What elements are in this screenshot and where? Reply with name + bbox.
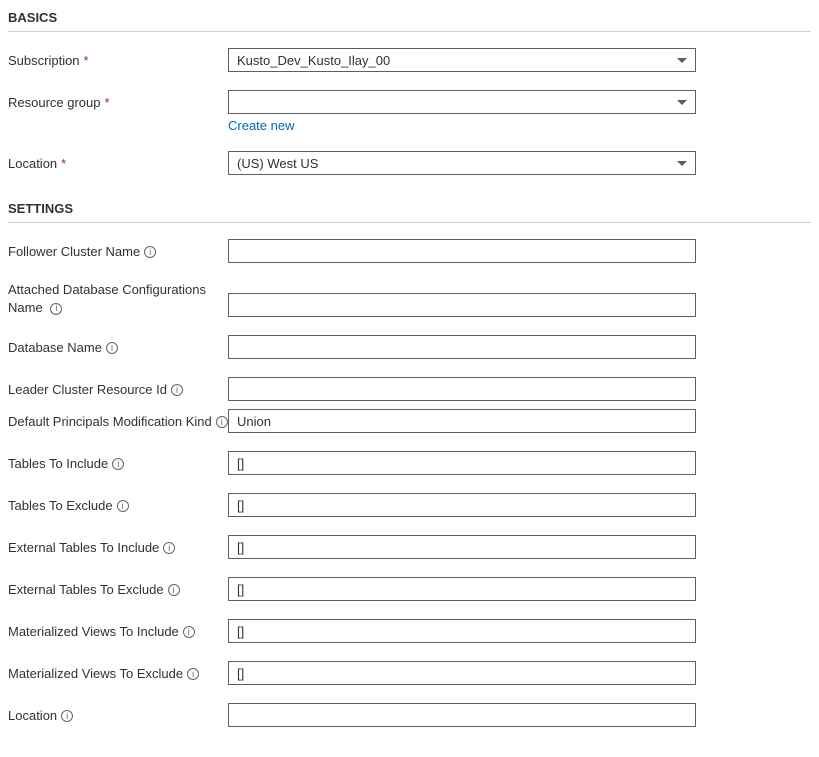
chevron-down-icon bbox=[677, 161, 687, 166]
info-icon[interactable]: i bbox=[187, 668, 199, 680]
settings-section: SETTINGS Follower Cluster Name i Attache… bbox=[8, 201, 811, 727]
location-dropdown[interactable]: (US) West US bbox=[228, 151, 696, 175]
attached-db-config-name-label: Attached Database Configurations Name i bbox=[8, 281, 228, 317]
tables-to-exclude-input[interactable] bbox=[228, 493, 696, 517]
required-asterisk: * bbox=[105, 94, 110, 112]
follower-cluster-name-label: Follower Cluster Name i bbox=[8, 239, 228, 261]
leader-cluster-resource-id-label-text: Leader Cluster Resource Id bbox=[8, 381, 167, 399]
leader-cluster-resource-id-input[interactable] bbox=[228, 377, 696, 401]
materialized-views-to-include-label: Materialized Views To Include i bbox=[8, 619, 228, 641]
tables-to-exclude-label: Tables To Exclude i bbox=[8, 493, 228, 515]
location-value: (US) West US bbox=[237, 156, 318, 171]
required-asterisk: * bbox=[61, 155, 66, 173]
database-name-input[interactable] bbox=[228, 335, 696, 359]
subscription-label: Subscription * bbox=[8, 48, 228, 70]
info-icon[interactable]: i bbox=[106, 342, 118, 354]
settings-location-label-text: Location bbox=[8, 707, 57, 725]
materialized-views-to-exclude-row: Materialized Views To Exclude i bbox=[8, 661, 811, 685]
materialized-views-to-exclude-input[interactable] bbox=[228, 661, 696, 685]
info-icon[interactable]: i bbox=[216, 416, 228, 428]
external-tables-to-exclude-row: External Tables To Exclude i bbox=[8, 577, 811, 601]
subscription-row: Subscription * Kusto_Dev_Kusto_Ilay_00 bbox=[8, 48, 811, 72]
settings-location-row: Location i bbox=[8, 703, 811, 727]
chevron-down-icon bbox=[677, 58, 687, 63]
follower-cluster-name-label-text: Follower Cluster Name bbox=[8, 243, 140, 261]
resource-group-row: Resource group * Create new bbox=[8, 90, 811, 133]
chevron-down-icon bbox=[677, 100, 687, 105]
settings-location-label: Location i bbox=[8, 703, 228, 725]
materialized-views-to-include-input[interactable] bbox=[228, 619, 696, 643]
default-principals-input[interactable] bbox=[228, 409, 696, 433]
default-principals-label: Default Principals Modification Kind i bbox=[8, 409, 228, 431]
external-tables-to-exclude-input[interactable] bbox=[228, 577, 696, 601]
external-tables-to-exclude-label-text: External Tables To Exclude bbox=[8, 581, 164, 599]
database-name-label-text: Database Name bbox=[8, 339, 102, 357]
external-tables-to-include-row: External Tables To Include i bbox=[8, 535, 811, 559]
default-principals-label-text: Default Principals Modification Kind bbox=[8, 413, 212, 431]
resource-group-dropdown[interactable] bbox=[228, 90, 696, 114]
info-icon[interactable]: i bbox=[61, 710, 73, 722]
settings-heading: SETTINGS bbox=[8, 201, 811, 223]
tables-to-include-row: Tables To Include i bbox=[8, 451, 811, 475]
default-principals-modification-kind-row: Default Principals Modification Kind i bbox=[8, 409, 811, 433]
tables-to-include-label-text: Tables To Include bbox=[8, 455, 108, 473]
external-tables-to-include-label: External Tables To Include i bbox=[8, 535, 228, 557]
subscription-label-text: Subscription bbox=[8, 52, 80, 70]
basics-heading: BASICS bbox=[8, 10, 811, 32]
external-tables-to-exclude-label: External Tables To Exclude i bbox=[8, 577, 228, 599]
settings-location-input[interactable] bbox=[228, 703, 696, 727]
subscription-dropdown[interactable]: Kusto_Dev_Kusto_Ilay_00 bbox=[228, 48, 696, 72]
follower-cluster-name-input[interactable] bbox=[228, 239, 696, 263]
info-icon[interactable]: i bbox=[163, 542, 175, 554]
tables-to-exclude-label-text: Tables To Exclude bbox=[8, 497, 113, 515]
materialized-views-to-exclude-label-text: Materialized Views To Exclude bbox=[8, 665, 183, 683]
required-asterisk: * bbox=[84, 52, 89, 70]
tables-to-include-label: Tables To Include i bbox=[8, 451, 228, 473]
database-name-label: Database Name i bbox=[8, 335, 228, 357]
basics-section: BASICS Subscription * Kusto_Dev_Kusto_Il… bbox=[8, 10, 811, 175]
info-icon[interactable]: i bbox=[183, 626, 195, 638]
create-new-link[interactable]: Create new bbox=[228, 118, 294, 133]
location-label-text: Location bbox=[8, 155, 57, 173]
database-name-row: Database Name i bbox=[8, 335, 811, 359]
resource-group-label: Resource group * bbox=[8, 90, 228, 112]
info-icon[interactable]: i bbox=[112, 458, 124, 470]
external-tables-to-include-input[interactable] bbox=[228, 535, 696, 559]
attached-db-config-name-input[interactable] bbox=[228, 293, 696, 317]
leader-cluster-resource-id-row: Leader Cluster Resource Id i bbox=[8, 377, 811, 401]
resource-group-label-text: Resource group bbox=[8, 94, 101, 112]
location-label: Location * bbox=[8, 151, 228, 173]
external-tables-to-include-label-text: External Tables To Include bbox=[8, 539, 159, 557]
leader-cluster-resource-id-label: Leader Cluster Resource Id i bbox=[8, 377, 228, 399]
info-icon[interactable]: i bbox=[171, 384, 183, 396]
subscription-value: Kusto_Dev_Kusto_Ilay_00 bbox=[237, 53, 390, 68]
info-icon[interactable]: i bbox=[50, 303, 62, 315]
follower-cluster-name-row: Follower Cluster Name i bbox=[8, 239, 811, 263]
location-row: Location * (US) West US bbox=[8, 151, 811, 175]
materialized-views-to-include-row: Materialized Views To Include i bbox=[8, 619, 811, 643]
tables-to-exclude-row: Tables To Exclude i bbox=[8, 493, 811, 517]
info-icon[interactable]: i bbox=[117, 500, 129, 512]
info-icon[interactable]: i bbox=[168, 584, 180, 596]
attached-db-config-name-row: Attached Database Configurations Name i bbox=[8, 281, 811, 317]
tables-to-include-input[interactable] bbox=[228, 451, 696, 475]
attached-db-config-name-label-text: Attached Database Configurations Name bbox=[8, 282, 206, 315]
materialized-views-to-exclude-label: Materialized Views To Exclude i bbox=[8, 661, 228, 683]
materialized-views-to-include-label-text: Materialized Views To Include bbox=[8, 623, 179, 641]
info-icon[interactable]: i bbox=[144, 246, 156, 258]
